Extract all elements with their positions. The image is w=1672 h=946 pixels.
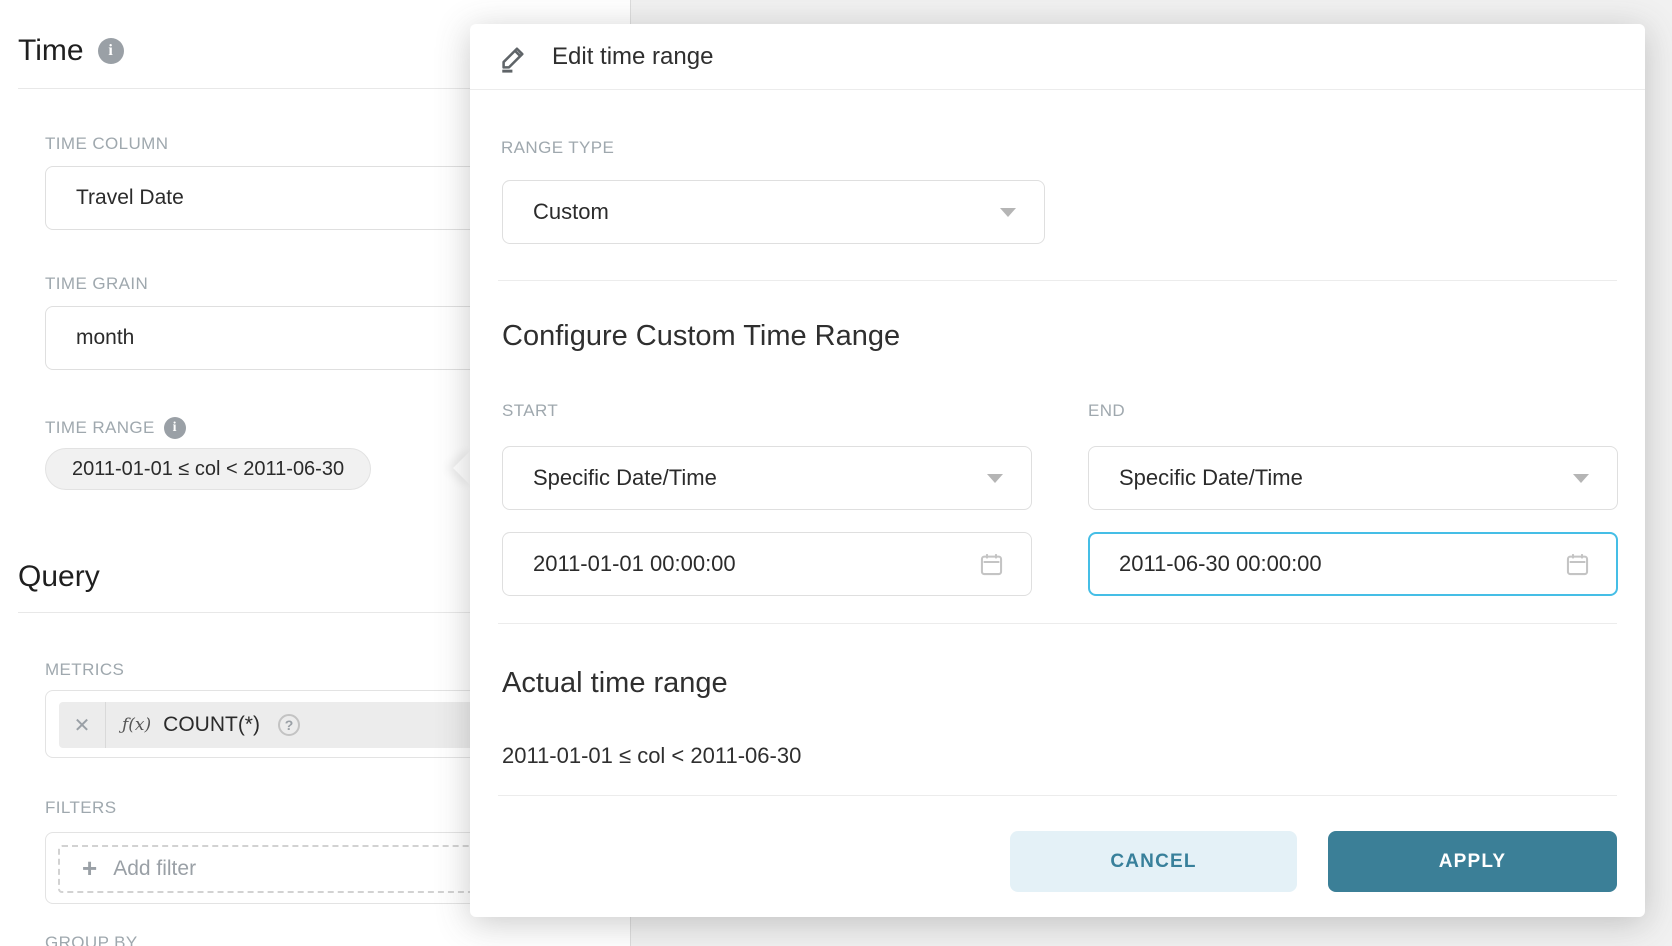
chip-divider <box>105 702 106 748</box>
chevron-down-icon <box>1573 474 1589 483</box>
remove-metric-icon[interactable]: ✕ <box>59 713 105 738</box>
actual-time-range-heading: Actual time range <box>502 667 728 700</box>
info-icon: i <box>98 38 124 64</box>
time-section-label: Time <box>18 34 84 68</box>
end-mode-select[interactable]: Specific Date/Time <box>1088 446 1618 510</box>
help-icon: ? <box>278 714 300 736</box>
start-datetime-value: 2011-01-01 00:00:00 <box>533 551 736 577</box>
end-mode-value: Specific Date/Time <box>1119 465 1303 491</box>
time-grain-value: month <box>76 326 134 350</box>
modal-divider <box>498 623 1617 624</box>
end-datetime-input[interactable]: 2011-06-30 00:00:00 <box>1088 532 1618 596</box>
calendar-icon[interactable] <box>1564 551 1591 578</box>
time-grain-label: TIME GRAIN <box>45 274 148 294</box>
fx-icon: ƒ(x) <box>122 715 151 735</box>
time-range-label: TIME RANGE i <box>45 417 186 439</box>
end-datetime-value: 2011-06-30 00:00:00 <box>1119 551 1322 577</box>
modal-header: Edit time range <box>470 24 1645 90</box>
time-column-label: TIME COLUMN <box>45 134 168 154</box>
metric-name: COUNT(*) <box>163 713 260 737</box>
range-type-value: Custom <box>533 199 609 225</box>
modal-divider <box>498 280 1617 281</box>
chevron-down-icon <box>1000 208 1016 217</box>
edit-pencil-icon <box>498 41 530 73</box>
plus-icon: + <box>82 855 97 881</box>
modal-title: Edit time range <box>552 43 713 71</box>
range-type-label: RANGE TYPE <box>501 138 614 158</box>
range-type-select[interactable]: Custom <box>502 180 1045 244</box>
query-section-title: Query <box>18 560 100 594</box>
apply-button[interactable]: APPLY <box>1328 831 1617 892</box>
group-by-label: GROUP BY <box>45 933 138 946</box>
configure-heading: Configure Custom Time Range <box>502 320 900 353</box>
chevron-down-icon <box>987 474 1003 483</box>
time-column-value: Travel Date <box>76 186 184 210</box>
start-mode-select[interactable]: Specific Date/Time <box>502 446 1032 510</box>
query-section-label: Query <box>18 560 100 594</box>
metrics-label: METRICS <box>45 660 124 680</box>
modal-divider <box>498 795 1617 796</box>
cancel-button[interactable]: CANCEL <box>1010 831 1297 892</box>
end-label: END <box>1088 401 1125 421</box>
start-datetime-input[interactable]: 2011-01-01 00:00:00 <box>502 532 1032 596</box>
calendar-icon[interactable] <box>978 551 1005 578</box>
explore-page: Time i TIME COLUMN Travel Date TIME GRAI… <box>0 0 1672 946</box>
time-section-title: Time i <box>18 34 124 68</box>
info-icon: i <box>164 417 186 439</box>
edit-time-range-modal: Edit time range RANGE TYPE Custom Config… <box>470 24 1645 917</box>
start-label: START <box>502 401 558 421</box>
time-range-pill[interactable]: 2011-01-01 ≤ col < 2011-06-30 <box>45 448 371 490</box>
add-filter-label: Add filter <box>113 857 196 881</box>
filters-label: FILTERS <box>45 798 116 818</box>
actual-time-range-value: 2011-01-01 ≤ col < 2011-06-30 <box>502 743 801 769</box>
start-mode-value: Specific Date/Time <box>533 465 717 491</box>
